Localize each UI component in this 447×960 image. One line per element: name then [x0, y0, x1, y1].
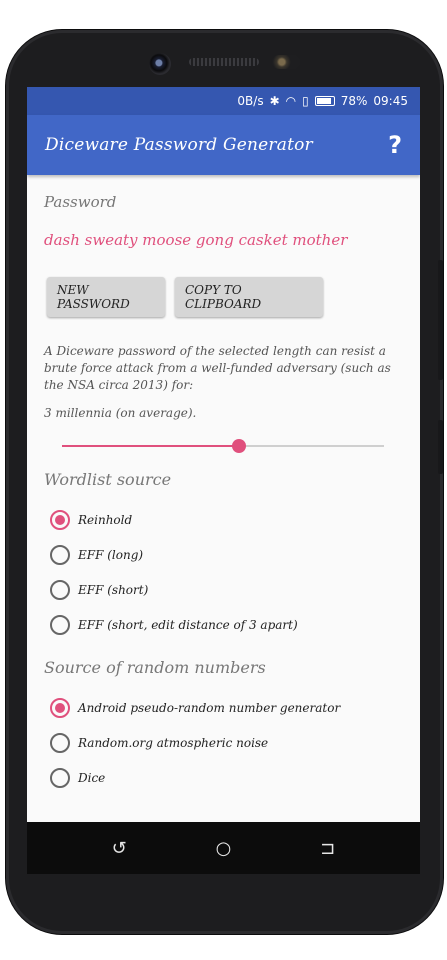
random-source-option-label: Random.org atmospheric noise — [78, 735, 269, 750]
status-bar: 0B/s ✱ ◠ ▯ 78% 09:45 — [27, 87, 420, 115]
copy-to-clipboard-button[interactable]: COPY TO CLIPBOARD — [175, 277, 323, 317]
wordlist-option-label: EFF (long) — [78, 547, 144, 562]
random-source-option-label: Android pseudo-random number generator — [78, 700, 341, 715]
wordlist-option-label: Reinhold — [78, 512, 133, 527]
radio-button[interactable] — [50, 614, 70, 635]
wordlist-option-label: EFF (short) — [78, 582, 149, 597]
radio-button[interactable] — [50, 697, 70, 718]
random-source-title: Source of random numbers — [44, 658, 266, 677]
random-source-option-label: Dice — [78, 770, 106, 785]
random-source-option[interactable]: Android pseudo-random number generator — [44, 690, 404, 725]
power-button — [438, 420, 443, 474]
password-label: Password — [44, 193, 117, 211]
volume-button — [438, 260, 443, 380]
action-buttons: NEW PASSWORD COPY TO CLIPBOARD — [47, 277, 404, 317]
wordlist-option[interactable]: EFF (short, edit distance of 3 apart) — [44, 607, 404, 642]
random-source-radio-group: Android pseudo-random number generator R… — [44, 690, 404, 795]
clock: 09:45 — [373, 94, 408, 108]
slider-fill — [62, 445, 240, 447]
main-content: Password dash sweaty moose gong casket m… — [27, 175, 420, 795]
front-camera-icon — [149, 53, 171, 75]
length-slider[interactable] — [62, 438, 384, 454]
random-source-option[interactable]: Random.org atmospheric noise — [44, 725, 404, 760]
bluetooth-icon: ✱ — [269, 94, 280, 108]
app-title: Diceware Password Generator — [45, 135, 313, 155]
radio-button[interactable] — [50, 544, 70, 565]
radio-button[interactable] — [50, 509, 70, 530]
sim-icon: ▯ — [302, 94, 309, 108]
radio-button[interactable] — [50, 767, 70, 788]
wordlist-source-title: Wordlist source — [44, 470, 172, 489]
help-button[interactable]: ? — [388, 131, 402, 159]
wifi-icon: ◠ — [285, 94, 297, 108]
slider-thumb[interactable] — [232, 439, 247, 453]
battery-icon — [314, 96, 335, 106]
proximity-sensor — [272, 55, 300, 69]
radio-button[interactable] — [50, 732, 70, 753]
crack-duration: 3 millennia (on average). — [44, 406, 197, 420]
wordlist-option-label: EFF (short, edit distance of 3 apart) — [78, 617, 298, 632]
wordlist-option[interactable]: EFF (long) — [44, 537, 404, 572]
earpiece-speaker — [189, 58, 259, 66]
app-toolbar: Diceware Password Generator ? — [27, 115, 420, 175]
screen: 0B/s ✱ ◠ ▯ 78% 09:45 Diceware Password G… — [27, 87, 420, 874]
battery-percent: 78% — [340, 94, 368, 108]
generated-password: dash sweaty moose gong casket mother — [44, 231, 348, 249]
random-source-option[interactable]: Dice — [44, 760, 404, 795]
wordlist-radio-group: Reinhold EFF (long) EFF (short) EFF (sho… — [44, 502, 404, 642]
recents-icon[interactable]: ⊐ — [313, 838, 343, 859]
back-icon[interactable]: ↺ — [104, 838, 134, 859]
home-icon[interactable]: ○ — [208, 838, 238, 859]
wordlist-option[interactable]: Reinhold — [44, 502, 404, 537]
network-speed: 0B/s — [237, 94, 264, 108]
radio-button[interactable] — [50, 579, 70, 600]
system-nav-bar: ↺ ○ ⊐ — [27, 822, 420, 874]
wordlist-option[interactable]: EFF (short) — [44, 572, 404, 607]
new-password-button[interactable]: NEW PASSWORD — [47, 277, 165, 317]
strength-description: A Diceware password of the selected leng… — [44, 344, 391, 392]
